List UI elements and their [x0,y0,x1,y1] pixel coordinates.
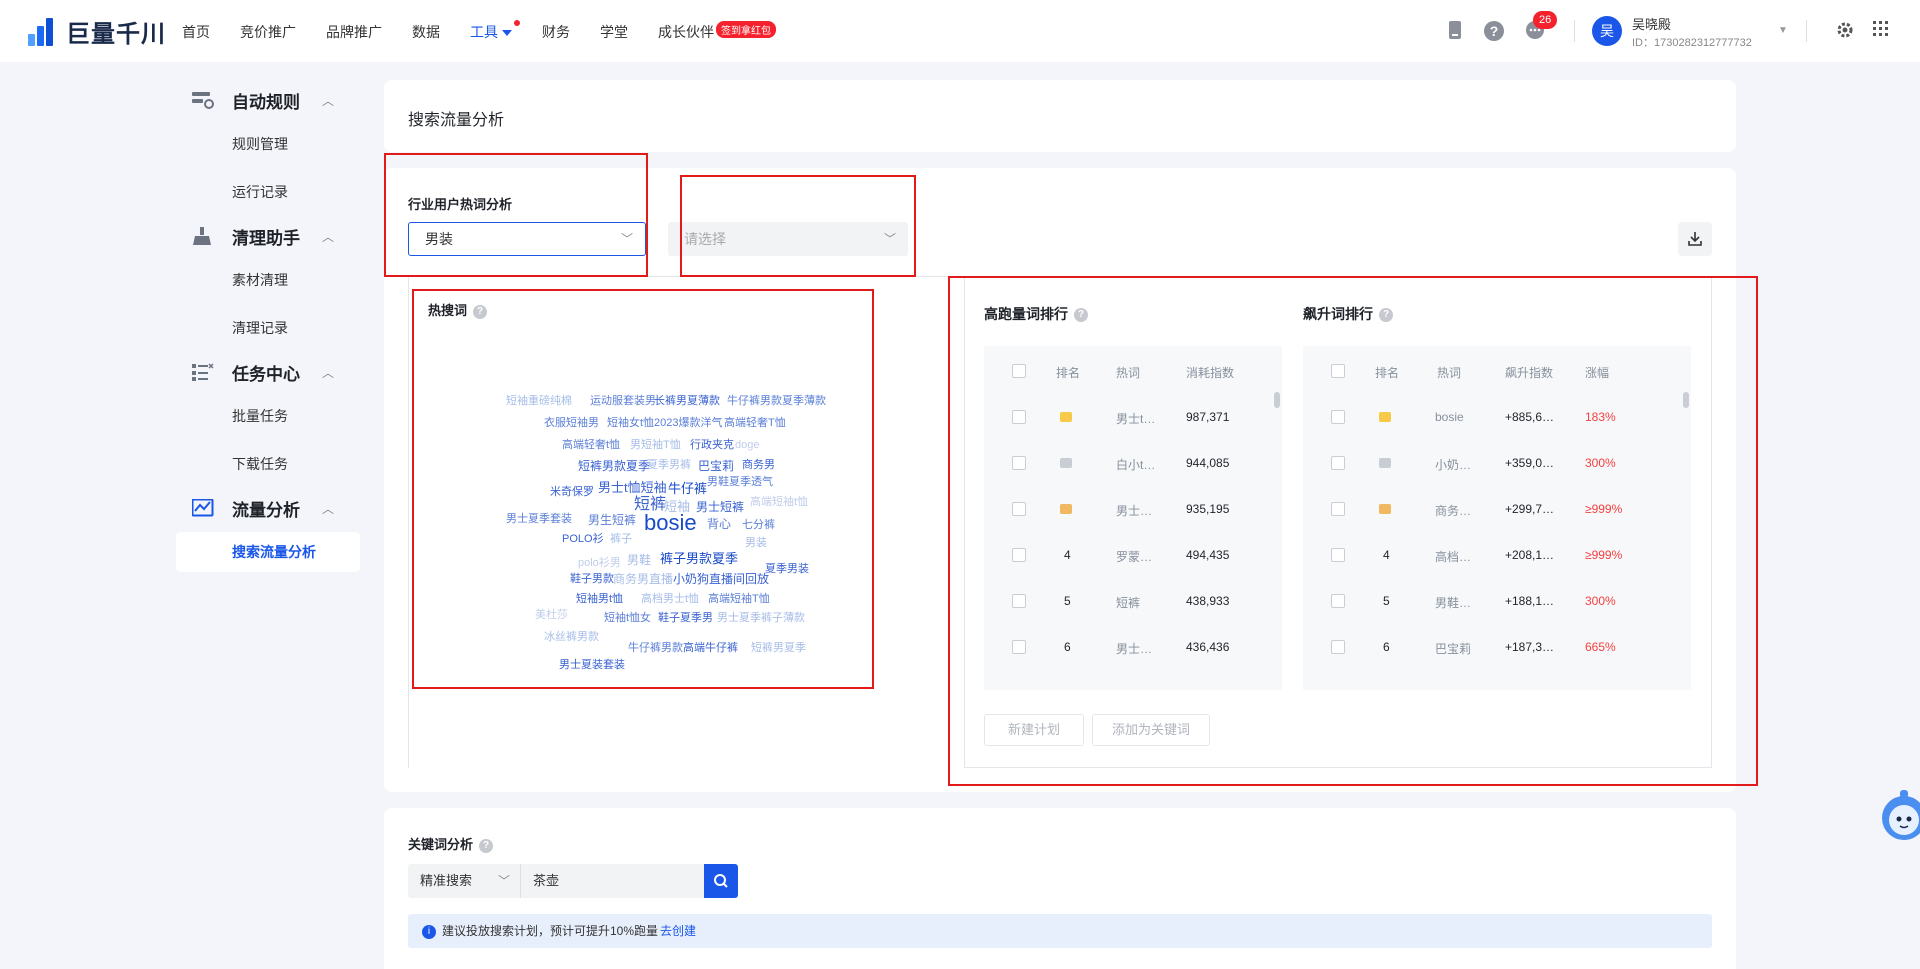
search-icon [714,874,728,888]
settings-icon[interactable] [1834,20,1856,42]
sidebar-group-label: 任务中心 [232,364,300,384]
page-title: 搜索流量分析 [408,112,505,129]
logo-icon [26,16,60,48]
chevron-up-icon: ︿ [321,365,334,380]
keyword-analysis-card: 关键词分析? 精准搜索 ﹀ 茶壶 i 建议投放搜索计划，预计可提升10%跑量 去创建 [384,808,1736,969]
logo[interactable]: 巨量千川 [26,14,166,49]
highlight-box [412,289,874,689]
divider [1806,20,1807,42]
highlight-box [948,276,1758,786]
logo-text: 巨量千川 [66,21,166,48]
sidebar-group-label: 清理助手 [232,228,300,248]
chart-icon [192,499,214,517]
nav-tools[interactable]: 工具 [470,20,520,42]
keyword-input-value: 茶壶 [533,873,560,888]
search-mode-value: 精准搜索 [420,873,473,888]
sidebar-group-label: 流量分析 [232,500,300,520]
tip-banner: i 建议投放搜索计划，预计可提升10%跑量 去创建 [408,914,1712,948]
notification-dot [514,20,520,26]
keyword-input[interactable]: 茶壶 [520,864,704,898]
help-icon[interactable]: ? [479,838,494,853]
help-icon[interactable]: ? [1484,21,1504,41]
chevron-up-icon: ︿ [321,93,334,108]
rules-icon [192,92,214,109]
info-icon: i [422,924,436,939]
broom-icon [193,227,211,245]
message-count-badge: 26 [1533,11,1558,29]
user-id: ID：1730282312777732 [1632,37,1752,49]
task-list-icon [192,363,214,381]
main-nav: 首页 竞价推广 品牌推广 数据 工具 财务 学堂 成长伙伴 签到拿红包 [182,20,806,42]
nav-data[interactable]: 数据 [412,22,440,42]
sidebar-group-label: 自动规则 [232,92,300,112]
nav-brand[interactable]: 品牌推广 [326,22,382,42]
sidebar: 自动规则 ︿ 规则管理 运行记录 清理助手 ︿ 素材清理 清理记录 任务中心 ︿… [176,80,360,576]
apps-grid-icon[interactable] [1870,20,1892,42]
sidebar-group-cleanup[interactable]: 清理助手 ︿ [176,216,360,256]
sidebar-item-rule-management[interactable]: 规则管理 [176,120,360,168]
chevron-up-icon: ︿ [321,229,334,244]
nav-bidding[interactable]: 竞价推广 [240,22,296,42]
nav-growth[interactable]: 成长伙伴 签到拿红包 [658,21,776,42]
nav-tools-label: 工具 [470,24,498,40]
sidebar-item-material-cleanup[interactable]: 素材清理 [176,256,360,304]
top-bar: 巨量千川 首页 竞价推广 品牌推广 数据 工具 财务 学堂 成长伙伴 签到拿红包 … [0,0,1920,62]
assistant-robot-icon[interactable] [1878,788,1920,852]
tip-text: 建议投放搜索计划，预计可提升10%跑量 [442,924,659,938]
sidebar-item-batch-tasks[interactable]: 批量任务 [176,392,360,440]
search-button[interactable] [704,864,738,898]
nav-finance[interactable]: 财务 [542,22,570,42]
user-menu-chevron-icon[interactable]: ▼ [1772,20,1794,42]
create-link[interactable]: 去创建 [660,924,696,938]
chevron-up-icon: ︿ [321,501,334,516]
chevron-down-icon: ﹀ [497,874,510,888]
nav-academy[interactable]: 学堂 [600,22,628,42]
phone-icon[interactable] [1444,20,1466,42]
nav-growth-label: 成长伙伴 [658,24,714,40]
sidebar-item-download-tasks[interactable]: 下载任务 [176,440,360,488]
keyword-title: 关键词分析? [408,834,494,853]
nav-home[interactable]: 首页 [182,22,210,42]
highlight-box [384,153,648,277]
sidebar-item-search-traffic-analysis[interactable]: 搜索流量分析 [176,532,360,572]
sidebar-item-run-records[interactable]: 运行记录 [176,168,360,216]
message-icon[interactable]: 26 [1524,11,1558,42]
sidebar-group-task-center[interactable]: 任务中心 ︿ [176,352,360,392]
sidebar-group-auto-rules[interactable]: 自动规则 ︿ [176,80,360,120]
sidebar-group-traffic-analysis[interactable]: 流量分析 ︿ [176,488,360,528]
user-name[interactable]: 吴晓殿 [1632,14,1671,33]
page-title-card: 搜索流量分析 [384,80,1736,152]
keyword-title-text: 关键词分析 [408,837,474,852]
download-button[interactable] [1678,222,1712,256]
search-mode-select[interactable]: 精准搜索 ﹀ [408,864,520,898]
avatar[interactable]: 吴 [1592,16,1622,46]
promo-badge: 签到拿红包 [716,21,776,38]
sidebar-item-cleanup-records[interactable]: 清理记录 [176,304,360,352]
caret-down-icon [502,30,512,37]
highlight-box [680,175,916,277]
divider [1574,20,1575,42]
download-icon [1688,232,1702,246]
